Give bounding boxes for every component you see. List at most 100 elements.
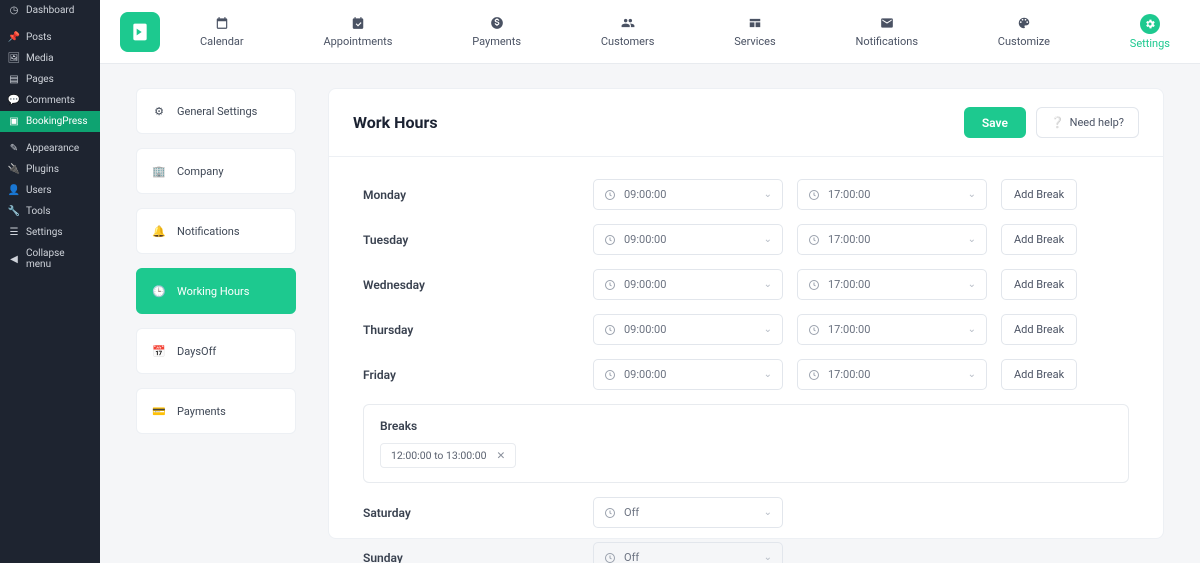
chevron-down-icon: ⌄: [764, 234, 772, 245]
bell-icon: 🔔: [151, 223, 167, 239]
settings-item-payments[interactable]: 💳Payments: [136, 388, 296, 434]
appearance-icon: ✎: [8, 143, 20, 154]
panel-body: Monday 09:00:00⌄ 17:00:00⌄ Add Break Tue…: [329, 157, 1163, 563]
add-break-button[interactable]: Add Break: [1001, 269, 1077, 300]
settings-item-working-hours[interactable]: 🕒Working Hours: [136, 268, 296, 314]
customize-icon: [1015, 14, 1033, 32]
settings-item-company[interactable]: 🏢Company: [136, 148, 296, 194]
start-time-select[interactable]: Off⌄: [593, 497, 783, 528]
tab-payments[interactable]: Payments: [472, 8, 521, 56]
panel-actions: Save ❔Need help?: [964, 107, 1139, 138]
wp-nav-media[interactable]: 🖼Media: [0, 48, 100, 69]
gear-icon: ⚙: [151, 103, 167, 119]
end-time-select[interactable]: 17:00:00⌄: [797, 359, 987, 390]
add-break-button[interactable]: Add Break: [1001, 224, 1077, 255]
day-label: Tuesday: [363, 233, 593, 247]
pin-icon: 📌: [8, 32, 20, 43]
settings-item-daysoff[interactable]: 📅DaysOff: [136, 328, 296, 374]
wp-nav-bookingpress[interactable]: ▣BookingPress: [0, 111, 100, 132]
settings-sidebar: ⚙General Settings 🏢Company 🔔Notification…: [136, 88, 296, 539]
media-icon: 🖼: [8, 53, 20, 64]
wp-nav-plugins[interactable]: 🔌Plugins: [0, 159, 100, 180]
day-row: Saturday Off⌄: [363, 497, 1129, 528]
calendar-icon: [213, 14, 231, 32]
end-time-select[interactable]: 17:00:00⌄: [797, 224, 987, 255]
dashboard-icon: ◷: [8, 5, 20, 16]
chevron-down-icon: ⌄: [968, 369, 976, 380]
save-button[interactable]: Save: [964, 107, 1026, 138]
day-label: Sunday: [363, 551, 593, 563]
day-label: Wednesday: [363, 278, 593, 292]
top-tabs: Calendar Appointments Payments Customers…: [200, 8, 1180, 56]
customers-icon: [619, 14, 637, 32]
breaks-box: Breaks 12:00:00 to 13:00:00 ✕: [363, 404, 1129, 483]
start-time-select[interactable]: 09:00:00⌄: [593, 179, 783, 210]
collapse-icon: ◀: [8, 254, 20, 265]
card-icon: 💳: [151, 403, 167, 419]
start-time-select[interactable]: 09:00:00⌄: [593, 269, 783, 300]
tab-customers[interactable]: Customers: [601, 8, 655, 56]
day-row: Tuesday 09:00:00⌄ 17:00:00⌄ Add Break: [363, 224, 1129, 255]
tab-services[interactable]: Services: [734, 8, 775, 56]
settings-icon: ☰: [8, 227, 20, 238]
panel-title: Work Hours: [353, 113, 438, 132]
add-break-button[interactable]: Add Break: [1001, 359, 1077, 390]
wp-nav-comments[interactable]: 💬Comments: [0, 90, 100, 111]
day-label: Friday: [363, 368, 593, 382]
users-icon: 👤: [8, 185, 20, 196]
help-icon: ❔: [1051, 116, 1065, 129]
tab-notifications[interactable]: Notifications: [855, 8, 918, 56]
tab-customize[interactable]: Customize: [998, 8, 1050, 56]
bookingpress-logo: [120, 12, 160, 52]
comment-icon: 💬: [8, 95, 20, 106]
day-label: Saturday: [363, 506, 593, 520]
wp-nav-collapse[interactable]: ◀Collapse menu: [0, 243, 100, 275]
chevron-down-icon: ⌄: [968, 189, 976, 200]
page-icon: ▤: [8, 74, 20, 85]
settings-item-notifications[interactable]: 🔔Notifications: [136, 208, 296, 254]
day-row: Wednesday 09:00:00⌄ 17:00:00⌄ Add Break: [363, 269, 1129, 300]
break-chip-label: 12:00:00 to 13:00:00: [391, 449, 487, 462]
gear-icon: [1140, 14, 1160, 34]
services-icon: [746, 14, 764, 32]
day-label: Monday: [363, 188, 593, 202]
chevron-down-icon: ⌄: [764, 189, 772, 200]
end-time-select[interactable]: 17:00:00⌄: [797, 179, 987, 210]
breaks-title: Breaks: [380, 419, 1112, 433]
day-label: Thursday: [363, 323, 593, 337]
chevron-down-icon: ⌄: [764, 507, 772, 518]
wp-nav-appearance[interactable]: ✎Appearance: [0, 138, 100, 159]
appointments-icon: [349, 14, 367, 32]
need-help-button[interactable]: ❔Need help?: [1036, 107, 1139, 138]
day-row: Monday 09:00:00⌄ 17:00:00⌄ Add Break: [363, 179, 1129, 210]
wp-nav-pages[interactable]: ▤Pages: [0, 69, 100, 90]
close-icon[interactable]: ✕: [497, 449, 506, 462]
wp-nav-users[interactable]: 👤Users: [0, 180, 100, 201]
start-time-select[interactable]: 09:00:00⌄: [593, 359, 783, 390]
wp-nav-posts[interactable]: 📌Posts: [0, 27, 100, 48]
add-break-button[interactable]: Add Break: [1001, 179, 1077, 210]
end-time-select[interactable]: 17:00:00⌄: [797, 314, 987, 345]
wp-nav-tools[interactable]: 🔧Tools: [0, 201, 100, 222]
chevron-down-icon: ⌄: [968, 279, 976, 290]
day-row: Thursday 09:00:00⌄ 17:00:00⌄ Add Break: [363, 314, 1129, 345]
clock-icon: 🕒: [151, 283, 167, 299]
tools-icon: 🔧: [8, 206, 20, 217]
start-time-select[interactable]: Off⌄: [593, 542, 783, 563]
add-break-button[interactable]: Add Break: [1001, 314, 1077, 345]
wp-nav-dashboard[interactable]: ◷Dashboard: [0, 0, 100, 21]
plugin-icon: 🔌: [8, 164, 20, 175]
wp-nav-settings[interactable]: ☰Settings: [0, 222, 100, 243]
settings-item-general[interactable]: ⚙General Settings: [136, 88, 296, 134]
work-hours-panel: Work Hours Save ❔Need help? Monday 09:00…: [328, 88, 1164, 539]
payments-icon: [488, 14, 506, 32]
start-time-select[interactable]: 09:00:00⌄: [593, 224, 783, 255]
chevron-down-icon: ⌄: [764, 324, 772, 335]
tab-appointments[interactable]: Appointments: [323, 8, 392, 56]
tab-settings[interactable]: Settings: [1130, 8, 1170, 56]
start-time-select[interactable]: 09:00:00⌄: [593, 314, 783, 345]
end-time-select[interactable]: 17:00:00⌄: [797, 269, 987, 300]
tab-calendar[interactable]: Calendar: [200, 8, 244, 56]
panel-header: Work Hours Save ❔Need help?: [329, 89, 1163, 157]
chevron-down-icon: ⌄: [968, 324, 976, 335]
